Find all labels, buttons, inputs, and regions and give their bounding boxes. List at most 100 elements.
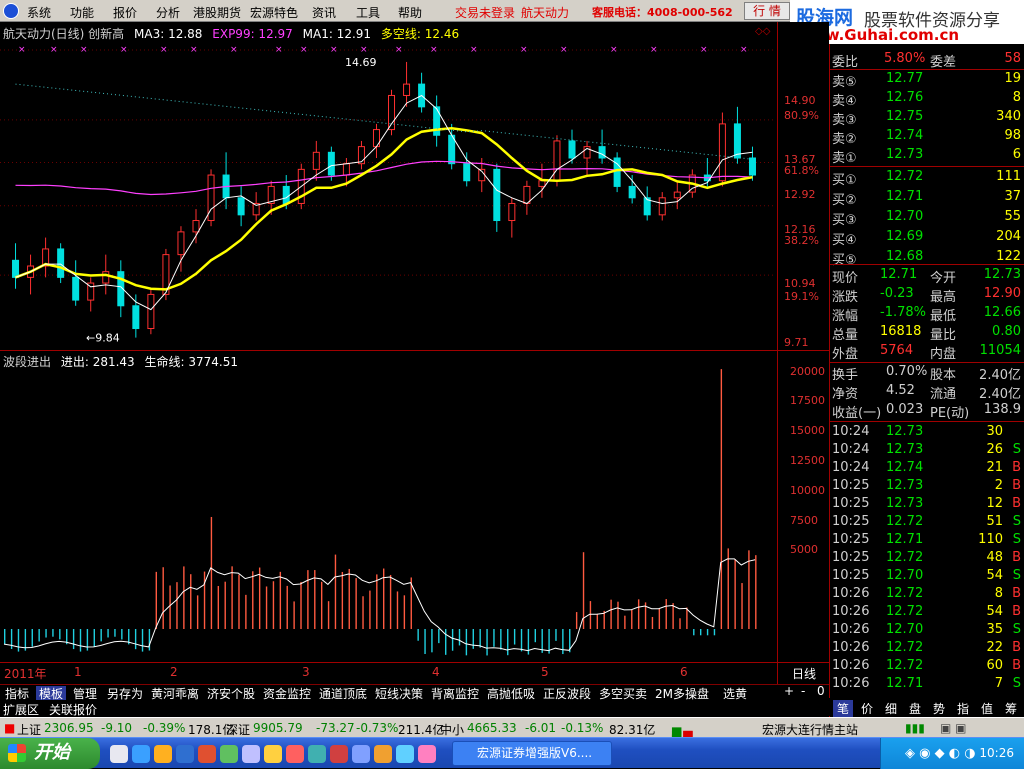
indicator-bar (203, 571, 206, 629)
right-tab[interactable]: 势 (929, 700, 949, 717)
tick-price: 12.70 (886, 568, 924, 583)
signal-marker: × (650, 45, 658, 55)
indicator-bar (679, 618, 681, 629)
indicator-bar (589, 601, 592, 629)
sell-level-label: 卖① (832, 151, 857, 166)
candle-body (493, 168, 501, 222)
period-label[interactable]: 日线 (792, 665, 816, 682)
exp99-value: EXP99: 12.97 (212, 27, 293, 41)
stat-label: 外盘 (832, 347, 859, 362)
tick-volume: 110 (978, 532, 1003, 547)
quicklaunch-desktop-icon[interactable] (110, 745, 128, 763)
right-tab[interactable]: 盘 (905, 700, 925, 717)
menu-news[interactable]: 资讯 (312, 4, 336, 21)
candle-body (102, 271, 110, 284)
candlestick-chart[interactable]: × × × × × × × × × × × × × × × × × × × ×14.69←9.84 (0, 40, 829, 350)
fund-value: 0.70% (886, 364, 928, 379)
kline-chart-panel[interactable]: 航天动力(日线) 创新高 MA3: 12.88 EXP99: 12.97 MA1… (0, 22, 829, 684)
quicklaunch-app8-icon[interactable] (352, 745, 370, 763)
candle-body (508, 202, 516, 222)
indicator-bar (72, 629, 75, 650)
signal-marker: × (520, 45, 528, 55)
price-axis-label: 19.1% (784, 290, 819, 303)
weibi-value: 5.80% (884, 51, 926, 66)
menu-system[interactable]: 系统 (27, 4, 51, 21)
indicator-bar (114, 629, 116, 637)
quote-separator (830, 166, 1024, 167)
menu-quote[interactable]: 报价 (113, 4, 137, 21)
quicklaunch-media-icon[interactable] (198, 745, 216, 763)
server-name[interactable]: 宏源大连行情主站 (762, 721, 858, 738)
start-button[interactable]: 开始 (0, 738, 100, 769)
quicklaunch-app10-icon[interactable] (396, 745, 414, 763)
quicklaunch-app9-icon[interactable] (374, 745, 392, 763)
indicator-bar (176, 582, 178, 629)
quicklaunch-app6-icon[interactable] (308, 745, 326, 763)
sell-level-label: 卖③ (832, 113, 857, 128)
tab-extension[interactable]: 扩展区 (3, 701, 39, 718)
signal-marker: × (18, 45, 26, 55)
right-tab[interactable]: 细 (881, 700, 901, 717)
fund-value: 4.52 (886, 383, 915, 398)
signal-marker: × (330, 45, 338, 55)
indicator-bar (293, 601, 295, 629)
zx-label[interactable]: 中小 (440, 721, 464, 738)
menu-analysis[interactable]: 分析 (156, 4, 180, 21)
sh-label[interactable]: 上证 (17, 721, 41, 738)
right-tab[interactable]: 筹 (1001, 700, 1021, 717)
quicklaunch-app5-icon[interactable] (286, 745, 304, 763)
tray-clock[interactable]: 10:26 (979, 746, 1014, 760)
zoom-reset-button[interactable]: 0 (817, 684, 825, 698)
buy-level-label: 买② (832, 193, 857, 208)
candle-body (237, 197, 245, 216)
buy-level-volume: 204 (996, 229, 1021, 244)
right-tab[interactable]: 价 (857, 700, 877, 717)
ma1-value: MA1: 12.91 (302, 27, 372, 41)
taskbar-app-label: 宏源证券增强版V6.... (477, 746, 593, 760)
app-logo-icon[interactable] (3, 3, 19, 19)
fund-row: 换手 0.70% 股本 2.40亿 (830, 364, 1024, 383)
sh-value: 2306.95 (44, 721, 94, 735)
quicklaunch-app11-icon[interactable] (418, 745, 436, 763)
indicator-bar (59, 629, 61, 640)
indicator-bar (617, 601, 619, 629)
menu-tools[interactable]: 工具 (356, 4, 380, 21)
menu-hk-futures[interactable]: 港股期货 (193, 4, 241, 21)
taskbar-app-button[interactable]: 宏源证券增强版V6.... (452, 741, 612, 766)
quicklaunch-app4-icon[interactable] (264, 745, 282, 763)
price-axis-label: 14.90 (784, 94, 816, 107)
signal-marker: × (470, 45, 478, 55)
tick-volume: 54 (986, 568, 1003, 583)
login-status[interactable]: 交易未登录 (455, 4, 515, 21)
stat-label: 涨幅 (832, 309, 859, 324)
quicklaunch-folder-icon[interactable] (154, 745, 172, 763)
zoom-in-button[interactable]: + (784, 684, 794, 698)
quicklaunch-explorer-icon[interactable] (176, 745, 194, 763)
indicator-bar (520, 629, 523, 652)
quicklaunch-app3-icon[interactable] (242, 745, 260, 763)
stat-row: 总量 16818 量比 0.80 (830, 324, 1024, 343)
quicklaunch-ie-icon[interactable] (132, 745, 150, 763)
menu-function[interactable]: 功能 (70, 4, 94, 21)
indicator-chart[interactable] (0, 367, 829, 661)
right-tab[interactable]: 笔 (833, 700, 853, 717)
tray-icons[interactable]: ◈ ◉ ◆ ◐ ◑ (905, 746, 976, 761)
stat-value: 16818 (880, 324, 922, 339)
right-tab[interactable]: 指 (953, 700, 973, 717)
zoom-out-button[interactable]: - (801, 684, 805, 698)
indicator-bar (348, 568, 350, 629)
tab-related-quote[interactable]: 关联报价 (49, 701, 97, 718)
signal-marker: × (275, 45, 283, 55)
chart-diamond-icon[interactable]: ◇◇ (755, 26, 770, 37)
menu-help[interactable]: 帮助 (398, 4, 422, 21)
menu-hongyuan[interactable]: 宏源特色 (250, 4, 298, 21)
quote-button[interactable]: 行 情 (744, 2, 790, 20)
stat-label: 涨跌 (832, 290, 859, 305)
indicator-bar (734, 559, 736, 629)
quote-separator (830, 69, 1024, 70)
quicklaunch-app7-icon[interactable] (330, 745, 348, 763)
quicklaunch-app2-icon[interactable] (220, 745, 238, 763)
right-tab[interactable]: 值 (977, 700, 997, 717)
sz-label[interactable]: 深证 (226, 721, 250, 738)
tick-row: 10:25 12.72 48 B (830, 550, 1024, 568)
